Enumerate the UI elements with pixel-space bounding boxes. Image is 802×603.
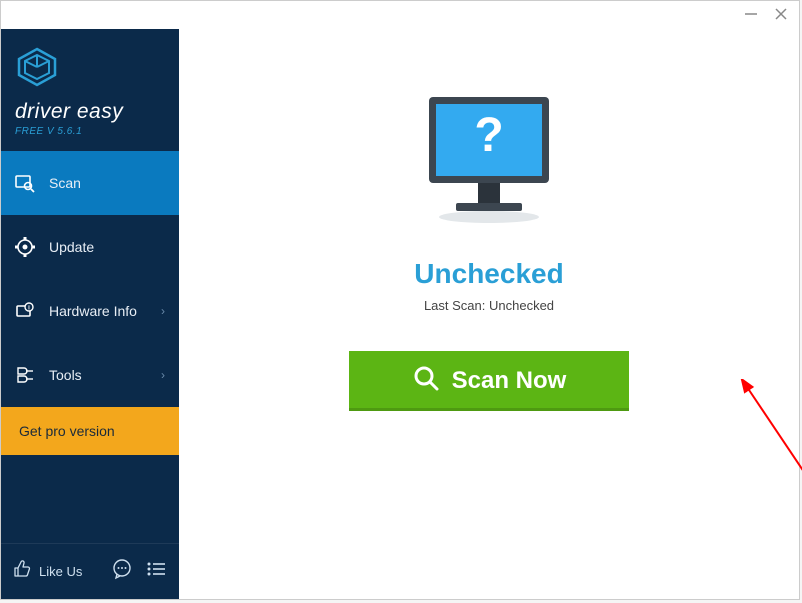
scan-icon <box>15 173 35 193</box>
scan-now-button[interactable]: Scan Now <box>349 351 629 411</box>
chevron-right-icon: › <box>161 368 165 382</box>
status-subtitle: Last Scan: Unchecked <box>424 298 554 313</box>
status-title: Unchecked <box>414 258 563 290</box>
feedback-icon[interactable] <box>111 558 133 585</box>
sidebar-item-scan[interactable]: Scan <box>1 151 179 215</box>
chevron-right-icon: › <box>161 304 165 318</box>
sidebar-item-hardware-info[interactable]: i Hardware Info › <box>1 279 179 343</box>
menu-icon[interactable] <box>145 558 167 585</box>
pro-label: Get pro version <box>19 423 115 439</box>
tools-icon <box>15 365 35 385</box>
app-name: driver easy <box>15 100 165 124</box>
nav: Scan Update i Hardware Info › <box>1 151 179 407</box>
close-button[interactable] <box>775 7 787 23</box>
scan-button-label: Scan Now <box>452 367 567 395</box>
sidebar-item-update[interactable]: Update <box>1 215 179 279</box>
svg-text:?: ? <box>474 109 503 162</box>
magnify-icon <box>412 364 440 399</box>
sidebar-item-label: Update <box>49 239 94 255</box>
get-pro-button[interactable]: Get pro version <box>1 407 179 455</box>
sidebar: driver easy FREE V 5.6.1 Scan Update <box>1 29 179 599</box>
main-panel: ? Unchecked Last Scan: Unchecked Scan No… <box>179 29 799 599</box>
sidebar-item-label: Tools <box>49 367 82 383</box>
sidebar-item-label: Hardware Info <box>49 303 137 319</box>
monitor-illustration: ? <box>414 89 564 234</box>
minimize-button[interactable] <box>745 7 757 23</box>
hardware-info-icon: i <box>15 301 35 321</box>
logo-icon <box>15 47 165 92</box>
thumbs-up-icon[interactable] <box>13 560 31 583</box>
sidebar-item-tools[interactable]: Tools › <box>1 343 179 407</box>
logo-area: driver easy FREE V 5.6.1 <box>1 29 179 151</box>
update-icon <box>15 237 35 257</box>
app-subtitle: FREE V 5.6.1 <box>15 126 165 137</box>
app-window: driver easy FREE V 5.6.1 Scan Update <box>0 0 800 600</box>
like-us-label[interactable]: Like Us <box>39 564 82 579</box>
content-area: driver easy FREE V 5.6.1 Scan Update <box>1 29 799 599</box>
sidebar-item-label: Scan <box>49 175 81 191</box>
bottom-bar: Like Us <box>1 543 179 599</box>
titlebar <box>1 1 799 29</box>
annotation-arrow <box>739 379 802 549</box>
